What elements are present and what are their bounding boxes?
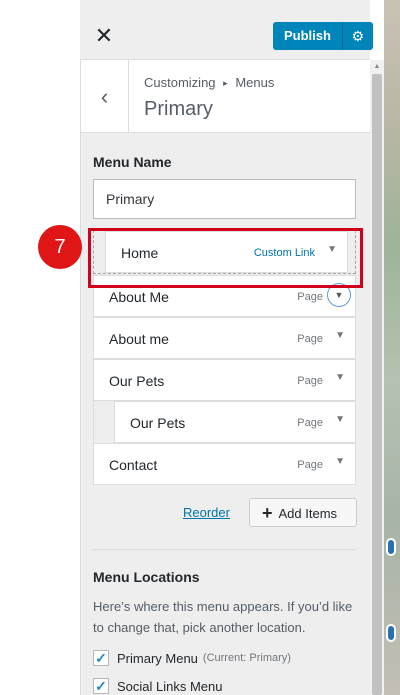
scroll-up-icon[interactable]: ▲ — [372, 62, 382, 72]
add-items-label: Add Items — [278, 506, 338, 521]
expand-arrow-icon[interactable]: ▼ — [335, 456, 345, 467]
panel-scrollbar[interactable]: ▲ — [370, 60, 384, 695]
menu-item-title: Our Pets — [109, 373, 165, 389]
publish-button[interactable]: Publish — [273, 22, 343, 50]
menu-item-type: Page — [297, 333, 323, 345]
section-divider — [93, 549, 356, 550]
menu-item-title: About Me — [109, 289, 169, 305]
preview-edit-shortcut-icon[interactable] — [386, 624, 396, 642]
close-icon[interactable]: ✕ — [84, 16, 124, 56]
panel-header: ‹ Customizing ▸ Menus Primary — [81, 60, 371, 133]
checkbox-checked-icon[interactable]: ✓ — [93, 678, 109, 694]
location-current: (Current: Primary) — [202, 652, 291, 664]
menu-item-type: Page — [297, 291, 323, 303]
step-number-badge: 7 — [38, 225, 82, 269]
menu-name-label: Menu Name — [93, 154, 172, 170]
back-icon[interactable]: ‹ — [81, 60, 129, 133]
location-primary-menu[interactable]: ✓ Primary Menu (Current: Primary) — [93, 650, 291, 666]
menu-item-our-pets-child[interactable]: Our Pets Page ▼ — [114, 401, 356, 443]
menu-item-contact[interactable]: Contact Page ▼ — [93, 443, 356, 485]
breadcrumb-parent: Customizing — [144, 75, 216, 90]
location-label: Primary Menu — [117, 650, 198, 666]
menu-item-type: Page — [297, 459, 323, 471]
menu-item-type: Page — [297, 417, 323, 429]
menu-item-our-pets[interactable]: Our Pets Page ▼ — [93, 359, 356, 401]
menu-item-title: About me — [109, 331, 169, 347]
customizer-panel: ‹ Customizing ▸ Menus Primary Menu Name … — [80, 60, 371, 695]
menu-locations-heading: Menu Locations — [93, 569, 200, 585]
menu-item-title: Our Pets — [130, 415, 186, 431]
site-preview[interactable] — [384, 0, 400, 695]
add-items-button[interactable]: + Add Items — [249, 498, 357, 527]
gear-icon[interactable]: ⚙ — [342, 22, 373, 50]
expand-arrow-icon[interactable]: ▼ — [335, 372, 345, 383]
breadcrumb-separator-icon: ▸ — [223, 78, 228, 88]
location-social-links-menu[interactable]: ✓ Social Links Menu — [93, 678, 223, 694]
annotation-highlight-box — [88, 228, 363, 288]
submenu-indent-guide — [93, 400, 113, 444]
location-label: Social Links Menu — [117, 678, 223, 694]
breadcrumb: Customizing ▸ Menus — [144, 75, 274, 90]
menu-name-input[interactable] — [93, 179, 356, 219]
menu-item-about-me-2[interactable]: About me Page ▼ — [93, 317, 356, 359]
menu-item-type: Page — [297, 375, 323, 387]
scrollbar-thumb[interactable] — [372, 74, 382, 695]
preview-edit-shortcut-icon[interactable] — [386, 538, 396, 556]
plus-icon: + — [262, 503, 273, 523]
menu-item-title: Contact — [109, 457, 158, 473]
panel-title: Primary — [144, 98, 213, 120]
publish-button-group: Publish ⚙ — [273, 22, 373, 50]
checkbox-checked-icon[interactable]: ✓ — [93, 650, 109, 666]
breadcrumb-child: Menus — [235, 75, 275, 90]
reorder-link[interactable]: Reorder — [183, 505, 230, 520]
expand-arrow-icon[interactable]: ▼ — [335, 330, 345, 341]
menu-locations-description: Here’s where this menu appears. If you’d… — [93, 599, 353, 635]
expand-arrow-icon[interactable]: ▼ — [335, 414, 345, 425]
